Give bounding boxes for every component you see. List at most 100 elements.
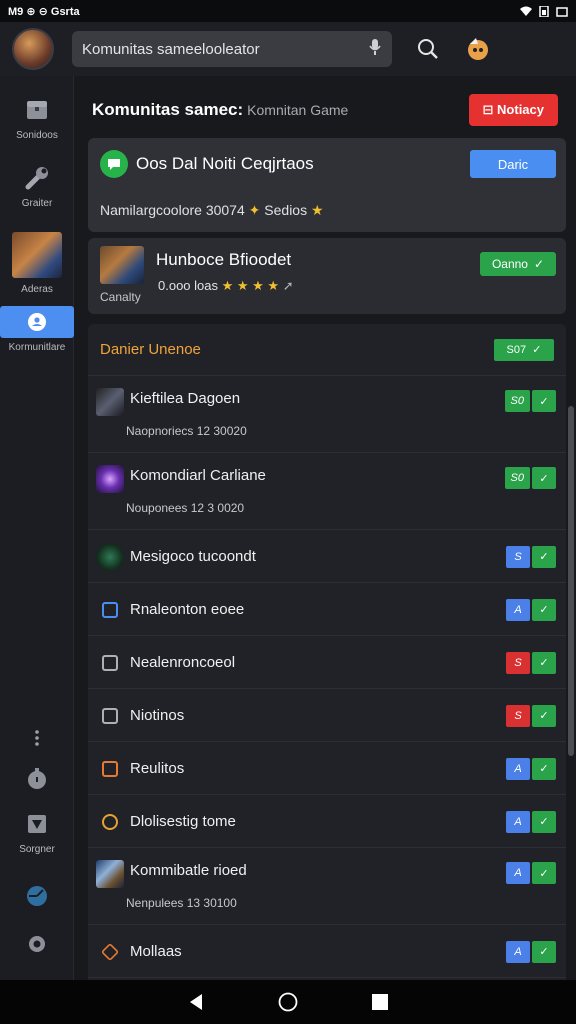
globe-icon <box>23 882 51 910</box>
list-item-badges[interactable]: S ✓ <box>506 651 556 674</box>
list-item-title: Niotinos <box>130 706 185 724</box>
status-badge-label: S07 <box>506 343 527 356</box>
list-item-badges[interactable]: A ✓ <box>506 757 556 780</box>
list-item[interactable]: Dlolisestig tome A ✓ <box>88 795 566 848</box>
community-icon <box>23 308 51 336</box>
list-item-badges[interactable]: S0 ✓ <box>504 467 556 489</box>
sidebar-item-label: Graiter <box>21 198 53 209</box>
list-item-subtitle: Nenpulees 13 30100 <box>126 896 237 910</box>
game-card-button[interactable]: Oanno ✓ <box>480 252 556 276</box>
sidebar-item-community-label: Kormunitlare <box>0 342 74 353</box>
status-badge: S0 <box>504 390 530 412</box>
game-thumb-purple-icon <box>96 465 124 493</box>
home-icon[interactable] <box>278 992 298 1012</box>
chat-card-line: Namilargcoolore 30074 ✦ Sedios ★ <box>100 202 324 219</box>
list-item[interactable]: Komondiarl Carliane Nouponees 12 3 0020 S0… <box>88 453 566 530</box>
signal-icon <box>556 6 568 17</box>
chest-icon <box>23 96 51 124</box>
game-card-title: Hunboce Bfioodet <box>156 250 292 269</box>
check-icon: ✓ <box>532 390 556 412</box>
sidebar: Sonidoos Graiter Aderas Kormunitlare Sor… <box>0 76 74 980</box>
list-item-badges[interactable]: A ✓ <box>506 810 556 833</box>
notify-button[interactable]: ⊟ Notiacy <box>468 94 558 126</box>
back-icon[interactable] <box>186 992 206 1012</box>
check-icon: ✓ <box>532 598 556 621</box>
settings-icon <box>23 930 51 958</box>
list-item[interactable]: Mesigoco tucoondt S ✓ <box>88 530 566 583</box>
edit-orange-icon <box>102 760 118 777</box>
notify-label: Notiacy <box>497 102 544 117</box>
lock-icon <box>23 764 51 792</box>
sidebar-item-settings[interactable] <box>0 930 74 964</box>
chat-card-button[interactable]: Daric <box>470 150 556 178</box>
main-content: Komunitas samec: Komnitan Game ⊟ Notiacy… <box>74 76 576 980</box>
microphone-icon[interactable] <box>368 38 382 61</box>
game-avatar-icon <box>12 232 62 278</box>
game-thumb-dark-icon <box>96 388 124 416</box>
edit-outline-icon <box>102 707 118 724</box>
list-item[interactable]: Kommibatle rioed Nenpulees 13 30100 A ✓ <box>88 848 566 925</box>
edit-outline-icon <box>102 654 118 671</box>
status-badge: A <box>506 862 530 884</box>
user-avatar[interactable] <box>12 28 54 70</box>
list-header-label: Danier Unenoe <box>100 341 201 358</box>
chat-card-line-text: Namilargcoolore 30074 <box>100 202 245 218</box>
status-text: M9 ⊕ ⊖ Gsrta <box>8 5 80 18</box>
search-icon[interactable] <box>414 35 442 63</box>
check-icon: ✓ <box>532 651 556 674</box>
status-badge: A <box>506 940 530 963</box>
list-item[interactable]: Mollaas A ✓ <box>88 925 566 978</box>
sidebar-item-community[interactable] <box>0 306 74 338</box>
bell-icon: ⊟ <box>482 102 498 117</box>
list-item-badges[interactable]: S ✓ <box>506 704 556 727</box>
sidebar-item-aderas[interactable]: Aderas <box>0 232 74 295</box>
list-item-title: Kommibatle rioed <box>130 862 247 879</box>
scrollbar[interactable] <box>568 406 574 756</box>
status-badge: A <box>506 598 530 621</box>
list-item[interactable]: Reulitos A ✓ <box>88 742 566 795</box>
list-item-title: Dlolisestig tome <box>130 812 236 830</box>
globe-emblem-icon <box>96 542 124 571</box>
battery-icon <box>538 4 550 18</box>
status-bar: M9 ⊕ ⊖ Gsrta <box>0 0 576 22</box>
list-item-badges[interactable]: A ✓ <box>506 862 556 884</box>
list-item-badges[interactable]: A ✓ <box>506 940 556 963</box>
game-card[interactable]: Hunboce Bfioodet 0.ooo loas ★ ★ ★ ★ ➚ Ca… <box>88 238 566 314</box>
character-icon[interactable] <box>464 35 492 63</box>
sidebar-item-globe[interactable] <box>0 882 74 916</box>
list-item-badges[interactable]: A ✓ <box>506 598 556 621</box>
recents-icon[interactable] <box>370 992 390 1012</box>
chat-card[interactable]: Oos Dal Noiti Ceqjrtaos Daric Namilargco… <box>88 138 566 232</box>
check-icon: ✓ <box>532 757 556 780</box>
list-item-badges[interactable]: S ✓ <box>506 545 556 568</box>
share-icon: ➚ <box>282 278 294 293</box>
search-bar[interactable]: Komunitas sameelooleator <box>72 31 392 67</box>
game-card-label: Canalty <box>100 290 141 304</box>
sidebar-item-sonidoos[interactable]: Sonidoos <box>0 96 74 141</box>
list-item-badges[interactable]: S0 ✓ <box>504 390 556 412</box>
list-header-badges[interactable]: S07 ✓ <box>494 338 554 361</box>
wrench-icon <box>23 164 51 192</box>
search-text: Komunitas sameelooleator <box>82 40 260 58</box>
sidebar-item-lock[interactable] <box>0 764 74 798</box>
wifi-icon <box>520 6 532 17</box>
sidebar-item-sorgner[interactable]: Sorgner <box>0 810 74 855</box>
list-item-title: Komondiarl Carliane <box>130 467 266 484</box>
list-item-title: Nealenroncoeol <box>130 653 236 671</box>
list-item[interactable]: Kieftilea Dagoen Naopnoriecs 12 30020 S0 ✓ <box>88 376 566 453</box>
status-badge: S <box>506 651 530 674</box>
list-item-title: Kieftilea Dagoen <box>130 390 241 407</box>
list-item[interactable]: Nealenroncoeol S ✓ <box>88 636 566 689</box>
sidebar-item-label: Sonidoos <box>16 130 58 141</box>
trophy-icon: ✦ <box>248 202 265 218</box>
sidebar-more[interactable] <box>0 724 74 758</box>
check-icon: ✓ <box>532 810 556 833</box>
chat-icon <box>100 150 128 178</box>
tshirt-icon <box>23 810 51 838</box>
list-item[interactable]: Rnaleonton eoee A ✓ <box>88 583 566 636</box>
hexagon-orange-icon <box>100 942 120 961</box>
system-nav-bar <box>0 980 576 1024</box>
sidebar-item-label: Sorgner <box>19 844 55 855</box>
sidebar-item-graiter[interactable]: Graiter <box>0 164 74 209</box>
list-item[interactable]: Niotinos S ✓ <box>88 689 566 742</box>
